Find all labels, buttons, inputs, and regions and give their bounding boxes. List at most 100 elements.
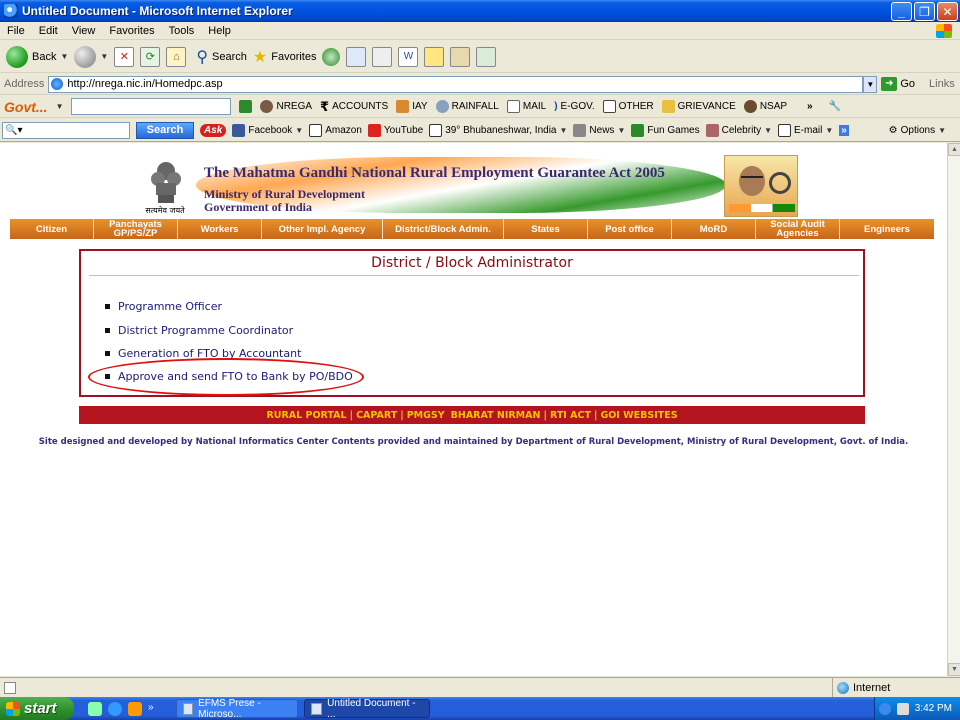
edit-word-icon[interactable]: W <box>398 46 419 67</box>
scroll-up-icon[interactable]: ▲ <box>948 143 960 156</box>
chevron-more-icon[interactable]: » <box>807 101 813 112</box>
tray-network-icon[interactable] <box>896 702 909 715</box>
bullet-icon <box>105 350 110 356</box>
ask-item-weather[interactable]: 39° Bhubaneshwar, India ▼ <box>429 123 567 137</box>
chevron-down-icon: ▼ <box>617 125 626 135</box>
quick-launch-app-icon[interactable] <box>88 701 102 716</box>
menu-file[interactable]: File <box>0 25 32 37</box>
ask-item-news[interactable]: News ▼ <box>573 123 626 137</box>
ask-item-label: Fun Games <box>647 124 700 136</box>
house-icon <box>396 100 410 113</box>
menu-tools[interactable]: Tools <box>162 25 202 37</box>
search-button[interactable]: ⚲ Search <box>196 47 247 67</box>
mail-icon[interactable] <box>346 46 367 67</box>
menu-edit[interactable]: Edit <box>32 25 65 37</box>
footer-link-bharat-nirman[interactable]: BHARAT NIRMAN <box>448 410 544 421</box>
start-button[interactable]: start <box>0 697 74 720</box>
more-chevron-icon[interactable]: » <box>839 124 849 136</box>
govt-item-label: OTHER <box>618 101 654 112</box>
nav-workers[interactable]: Workers <box>178 219 261 239</box>
link-programme-officer[interactable]: Programme Officer <box>105 295 353 318</box>
nav-post-office[interactable]: Post office <box>588 219 671 239</box>
history-icon[interactable] <box>322 47 341 66</box>
govt-logo[interactable]: Govt... <box>4 99 48 115</box>
ask-item-celebrity[interactable]: Celebrity ▼ <box>705 123 772 137</box>
quick-launch-outlook-icon[interactable] <box>128 701 142 716</box>
footer-link-rti-act[interactable]: RTI ACT <box>547 410 594 421</box>
govt-item-label: NSAP <box>759 101 788 112</box>
quick-launch-more-icon[interactable]: » <box>148 702 154 716</box>
close-button[interactable]: ✕ <box>937 2 958 21</box>
ask-item-email[interactable]: E-mail ▼ <box>778 123 833 137</box>
footer-link-pmgsy[interactable]: PMGSY <box>404 410 448 421</box>
home-icon[interactable]: ⌂ <box>166 46 187 67</box>
govt-item-other[interactable]: OTHER <box>602 100 654 113</box>
link-label[interactable]: District Programme Coordinator <box>118 324 293 337</box>
menu-help[interactable]: Help <box>201 25 238 37</box>
govt-item-mail[interactable]: MAIL <box>506 100 546 113</box>
forward-dropdown-icon[interactable]: ▼ <box>100 52 108 61</box>
links-button[interactable]: Links <box>929 78 955 90</box>
govt-item-egov[interactable]: ) E-GOV. <box>554 101 594 112</box>
wrench-icon[interactable]: 🔧 <box>829 101 841 112</box>
task-untitled-document[interactable]: Untitled Document - ... <box>303 698 430 720</box>
nav-engineers[interactable]: Engineers <box>840 219 934 239</box>
govt-dropdown-icon[interactable]: ▼ <box>56 102 64 111</box>
forward-button[interactable]: ▼ <box>74 45 108 68</box>
ask-search-button[interactable]: Search <box>136 121 194 139</box>
ask-item-facebook[interactable]: Facebook ▼ <box>232 123 303 137</box>
nav-district-block-admin[interactable]: District/Block Admin. <box>383 219 503 239</box>
menu-favorites[interactable]: Favorites <box>102 25 161 37</box>
nav-citizen[interactable]: Citizen <box>10 219 93 239</box>
nav-other-impl-agency[interactable]: Other Impl. Agency <box>262 219 382 239</box>
address-input[interactable]: http://nrega.nic.in/Homedpc.asp <box>48 75 864 93</box>
stop-icon[interactable]: ✕ <box>114 46 135 67</box>
maximize-button[interactable]: ❐ <box>914 2 935 21</box>
govt-item-iay[interactable]: IAY <box>396 100 428 113</box>
address-dropdown-icon[interactable]: ▼ <box>863 75 878 93</box>
address-label: Address <box>4 78 45 90</box>
ask-item-amazon[interactable]: Amazon <box>309 123 362 137</box>
print-icon[interactable] <box>372 46 393 67</box>
govt-search-input[interactable] <box>71 98 232 115</box>
research-icon[interactable] <box>450 46 471 67</box>
favorites-button[interactable]: ★ Favorites <box>253 47 317 67</box>
govt-item-grievance[interactable]: GRIEVANCE <box>661 100 736 113</box>
ask-logo[interactable]: Ask <box>200 123 227 137</box>
ask-item-youtube[interactable]: YouTube <box>367 123 423 137</box>
govt-item-label: ACCOUNTS <box>332 101 389 112</box>
footer-link-rural-portal[interactable]: RURAL PORTAL <box>263 410 349 421</box>
document-icon <box>602 100 616 113</box>
govt-item-nsap[interactable]: NSAP <box>743 100 788 113</box>
link-district-programme-coordinator[interactable]: District Programme Coordinator <box>105 318 353 341</box>
messenger-icon[interactable] <box>476 46 497 67</box>
clock[interactable]: 3:42 PM <box>915 703 952 714</box>
options-button[interactable]: ⚙ Options ▼ <box>889 125 946 136</box>
govt-item-nrega[interactable]: NREGA <box>260 100 312 113</box>
nav-states[interactable]: States <box>504 219 587 239</box>
govt-search-icon[interactable] <box>239 100 253 113</box>
govt-item-accounts[interactable]: ₹ ACCOUNTS <box>320 99 388 115</box>
nav-social-audit-agencies[interactable]: Social Audit Agencies <box>756 219 839 239</box>
back-dropdown-icon[interactable]: ▼ <box>60 52 68 61</box>
nav-mord[interactable]: MoRD <box>672 219 755 239</box>
ask-search-input[interactable]: 🔍▾ <box>2 121 130 139</box>
nav-panchayats[interactable]: Panchayats GP/PS/ZP <box>94 219 177 239</box>
footer-link-capart[interactable]: CAPART <box>353 410 400 421</box>
go-button[interactable]: ➜ Go <box>881 77 915 91</box>
celebrity-icon <box>705 123 719 137</box>
govt-item-rainfall[interactable]: RAINFALL <box>435 100 499 113</box>
footer-link-goi-websites[interactable]: GOI WEBSITES <box>597 410 680 421</box>
tray-back-icon[interactable] <box>878 702 891 715</box>
refresh-icon[interactable]: ⟳ <box>140 46 161 67</box>
minimize-button[interactable]: _ <box>891 2 912 21</box>
vertical-scrollbar[interactable]: ▲ ▼ <box>947 143 960 676</box>
link-label[interactable]: Programme Officer <box>118 300 222 313</box>
menu-view[interactable]: View <box>65 25 103 37</box>
quick-launch-ie-icon[interactable] <box>108 701 122 716</box>
discuss-icon[interactable] <box>424 46 445 67</box>
back-button[interactable]: Back ▼ <box>6 45 68 68</box>
ask-item-fun-games[interactable]: Fun Games <box>631 123 700 137</box>
task-efms-presentation[interactable]: EFMS Prese - Microso... <box>175 698 298 720</box>
scroll-down-icon[interactable]: ▼ <box>948 663 960 676</box>
